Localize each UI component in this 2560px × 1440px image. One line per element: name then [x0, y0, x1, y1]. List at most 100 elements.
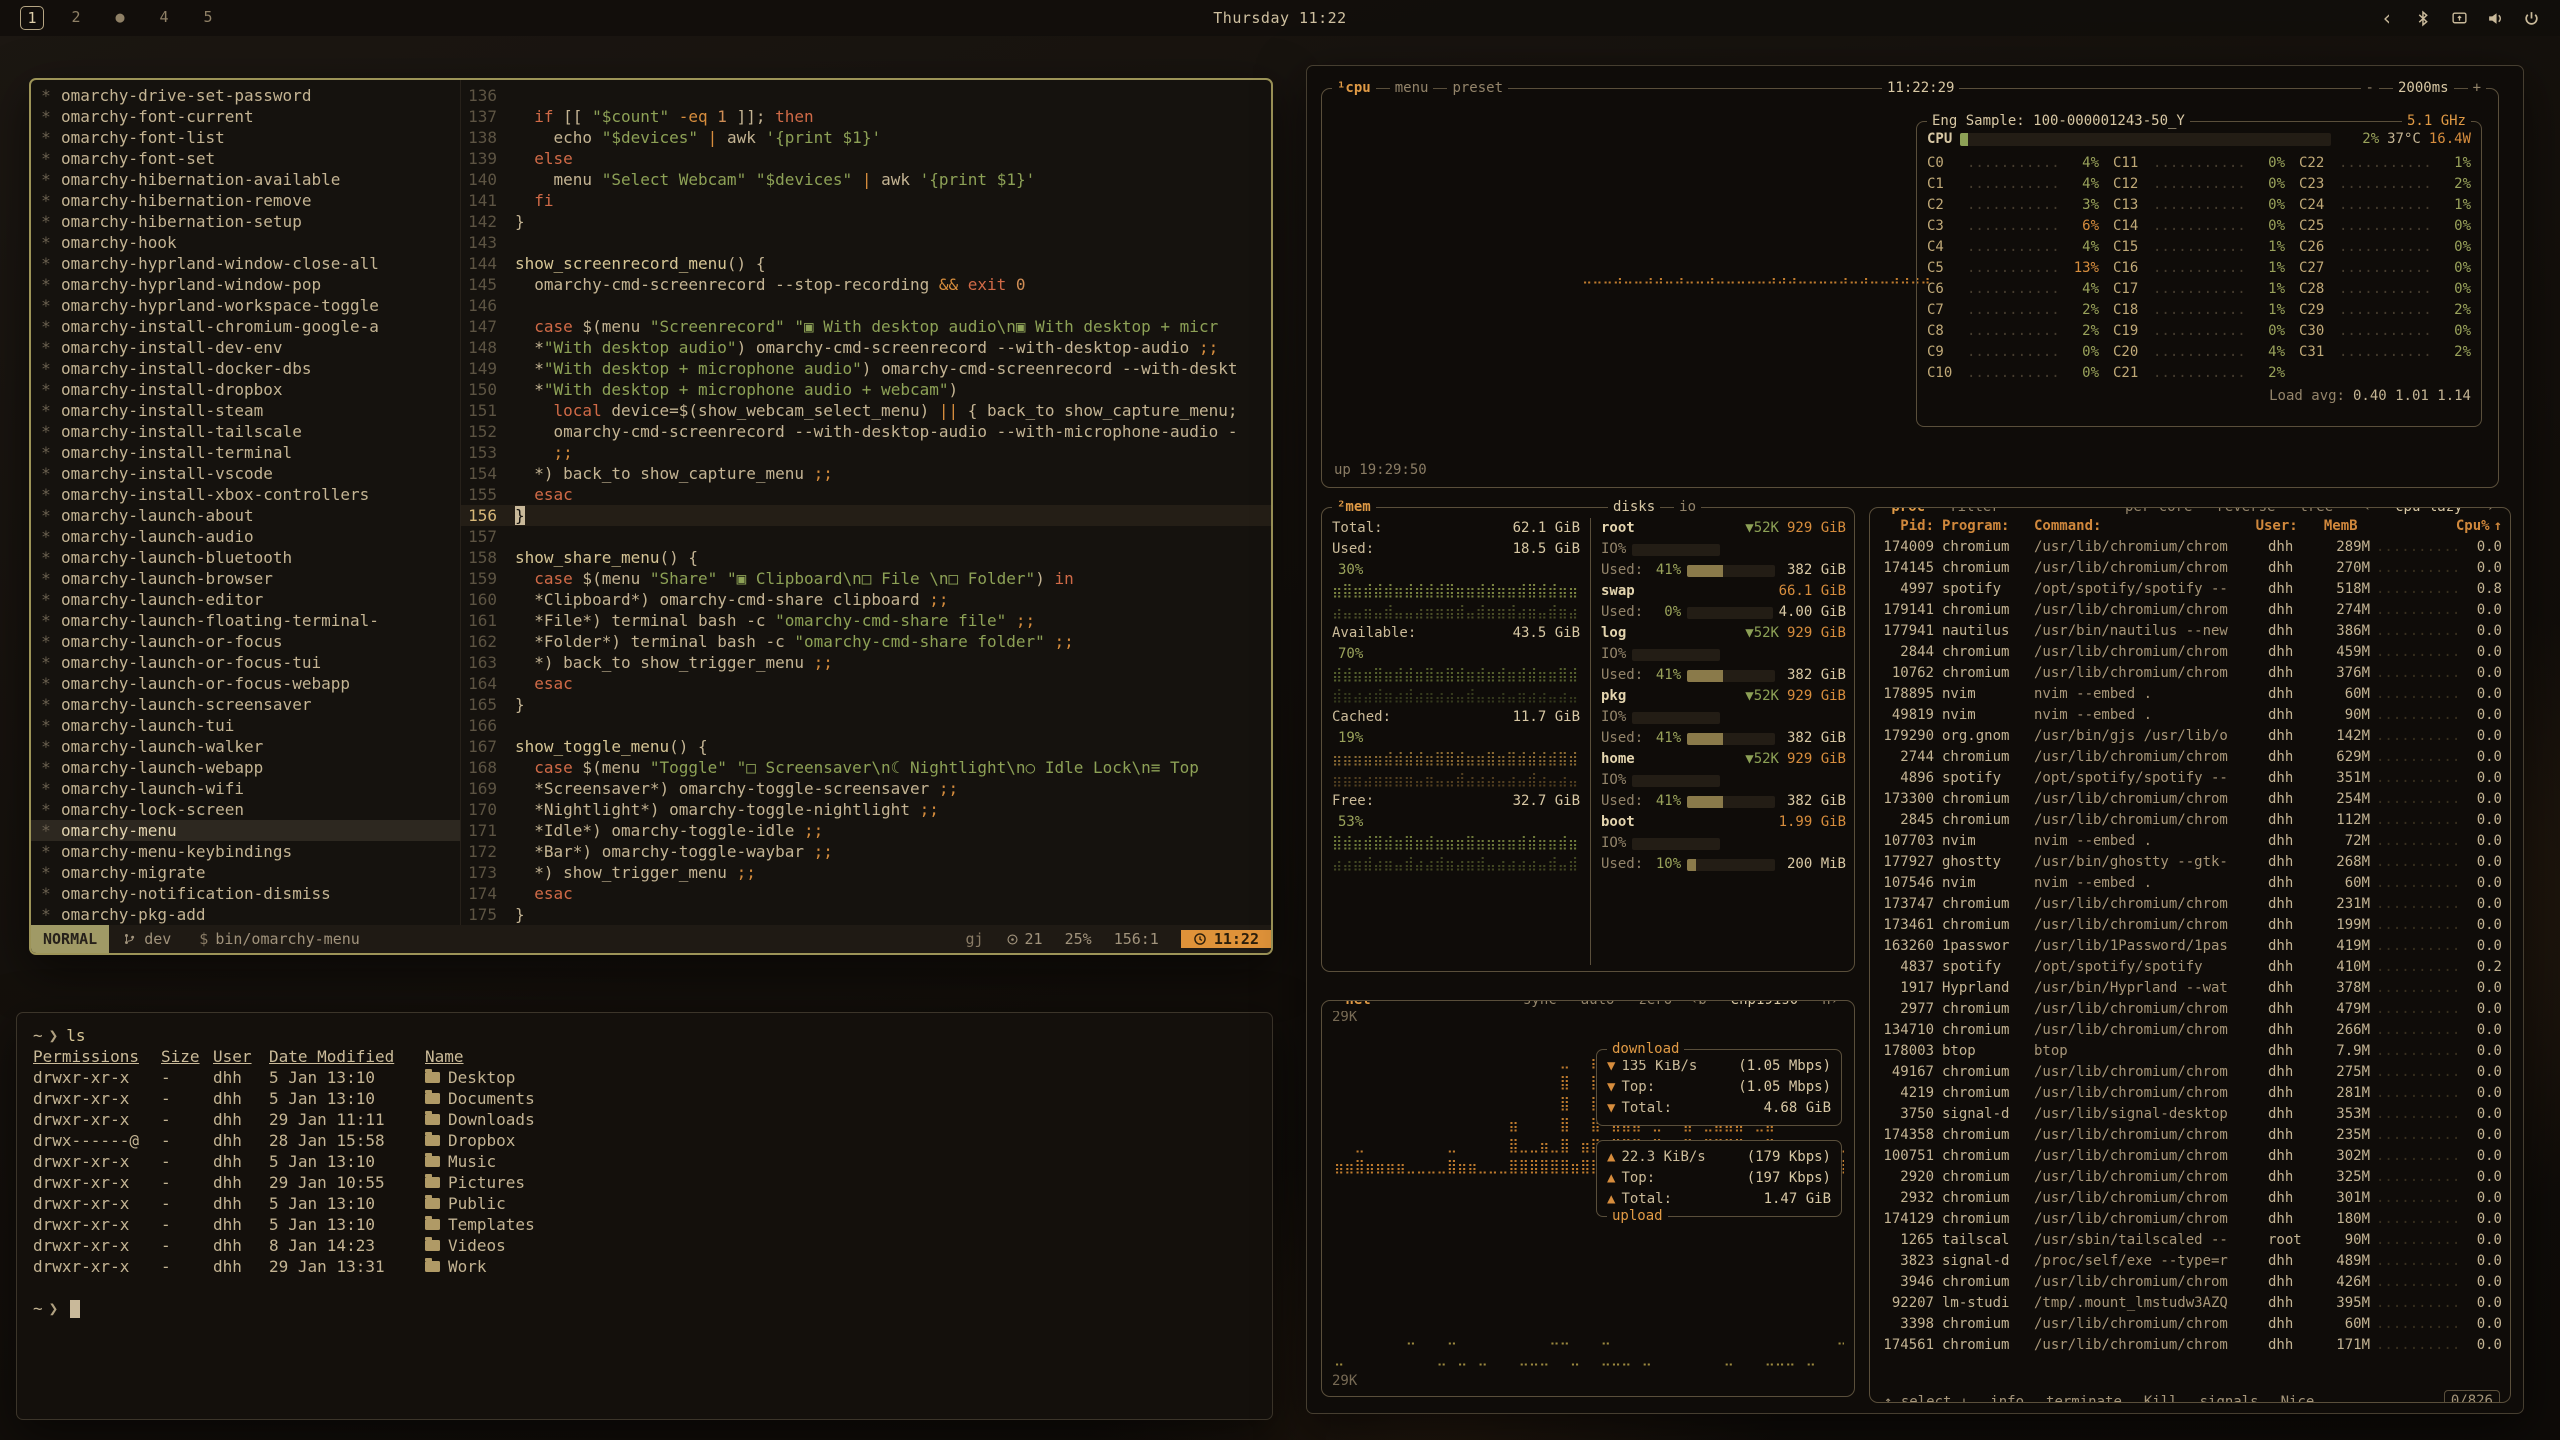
code-pane[interactable]: 136137 if [[ "$count" -eq 1 ]]; then138 …	[461, 80, 1271, 925]
sidebar-file-item[interactable]: *omarchy-install-dropbox	[31, 379, 460, 400]
sidebar-file-item[interactable]: *omarchy-notification-dismiss	[31, 883, 460, 904]
process-row[interactable]: 177927ghostty/usr/bin/ghostty --gtk-dhh2…	[1880, 852, 2502, 873]
preset-button[interactable]: preset	[1447, 78, 1508, 99]
process-row[interactable]: 49819nvimnvim --embed .dhh90M...........…	[1880, 705, 2502, 726]
process-row[interactable]: 2845chromium/usr/lib/chromium/chromdhh11…	[1880, 810, 2502, 831]
directory-entry[interactable]: Pictures	[425, 1172, 525, 1193]
sidebar-file-item[interactable]: *omarchy-font-list	[31, 127, 460, 148]
code-line[interactable]: 150 *"With desktop + microphone audio + …	[461, 379, 1271, 400]
sidebar-file-item[interactable]: *omarchy-menu	[31, 820, 460, 841]
code-line[interactable]: 147 case $(menu "Screenrecord" "▣ With d…	[461, 316, 1271, 337]
process-row[interactable]: 1917Hyprland/usr/bin/Hyprland --watdhh37…	[1880, 978, 2502, 999]
workspace-indicator-2[interactable]: 2	[64, 6, 88, 30]
screenshare-icon[interactable]	[2450, 9, 2468, 27]
code-line[interactable]: 146	[461, 295, 1271, 316]
process-row[interactable]: 179290org.gnom/usr/bin/gjs /usr/lib/odhh…	[1880, 726, 2502, 747]
git-branch[interactable]: dev	[109, 925, 185, 953]
code-line[interactable]: 149 *"With desktop + microphone audio") …	[461, 358, 1271, 379]
sidebar-file-item[interactable]: *omarchy-launch-or-focus-tui	[31, 652, 460, 673]
process-row[interactable]: 174358chromium/usr/lib/chromium/chromdhh…	[1880, 1125, 2502, 1146]
code-line[interactable]: 139 else	[461, 148, 1271, 169]
directory-entry[interactable]: Videos	[425, 1235, 506, 1256]
code-line[interactable]: 171 *Idle*) omarchy-toggle-idle ;;	[461, 820, 1271, 841]
code-line[interactable]: 173 *) show_trigger_menu ;;	[461, 862, 1271, 883]
menu-button[interactable]: menu	[1390, 78, 1434, 99]
sidebar-file-item[interactable]: *omarchy-launch-screensaver	[31, 694, 460, 715]
code-line[interactable]: 165}	[461, 694, 1271, 715]
code-line[interactable]: 168 case $(menu "Toggle" "□ Screensaver\…	[461, 757, 1271, 778]
process-row[interactable]: 3398chromium/usr/lib/chromium/chromdhh60…	[1880, 1314, 2502, 1335]
code-line[interactable]: 160 *Clipboard*) omarchy-cmd-share clipb…	[461, 589, 1271, 610]
sidebar-file-item[interactable]: *omarchy-launch-browser	[31, 568, 460, 589]
sidebar-file-item[interactable]: *omarchy-launch-about	[31, 505, 460, 526]
sidebar-file-item[interactable]: *omarchy-launch-wifi	[31, 778, 460, 799]
code-line[interactable]: 166	[461, 715, 1271, 736]
process-row[interactable]: 174145chromium/usr/lib/chromium/chromdhh…	[1880, 558, 2502, 579]
iface-next[interactable]: n›	[1817, 1000, 1844, 1011]
directory-entry[interactable]: Dropbox	[425, 1130, 515, 1151]
sidebar-file-item[interactable]: *omarchy-hyprland-workspace-toggle	[31, 295, 460, 316]
process-row[interactable]: 174009chromium/usr/lib/chromium/chromdhh…	[1880, 537, 2502, 558]
sidebar-file-item[interactable]: *omarchy-drive-set-password	[31, 85, 460, 106]
sidebar-file-item[interactable]: *omarchy-launch-or-focus	[31, 631, 460, 652]
sidebar-file-item[interactable]: *omarchy-hyprland-window-close-all	[31, 253, 460, 274]
directory-entry[interactable]: Downloads	[425, 1109, 535, 1130]
code-line[interactable]: 136	[461, 85, 1271, 106]
process-row[interactable]: 10762chromium/usr/lib/chromium/chromdhh3…	[1880, 663, 2502, 684]
process-row[interactable]: 107546nvimnvim --embed .dhh60M..........…	[1880, 873, 2502, 894]
code-line[interactable]: 137 if [[ "$count" -eq 1 ]]; then	[461, 106, 1271, 127]
workspace-indicator-4[interactable]: 4	[152, 6, 176, 30]
sidebar-file-item[interactable]: *omarchy-hyprland-window-pop	[31, 274, 460, 295]
code-line[interactable]: 152 omarchy-cmd-screenrecord --with-desk…	[461, 421, 1271, 442]
code-line[interactable]: 142}	[461, 211, 1271, 232]
sidebar-file-item[interactable]: *omarchy-menu-keybindings	[31, 841, 460, 862]
process-row[interactable]: 178003btopbtopdhh7.9M...................…	[1880, 1041, 2502, 1062]
process-row[interactable]: 107703nvimnvim --embed .dhh72M..........…	[1880, 831, 2502, 852]
process-row[interactable]: 178895nvimnvim --embed .dhh60M..........…	[1880, 684, 2502, 705]
volume-icon[interactable]	[2486, 9, 2504, 27]
proc-footer-select[interactable]: ↑ select ↓	[1878, 1392, 1974, 1403]
chevron-left-icon[interactable]: ‹	[2378, 9, 2396, 27]
process-row[interactable]: 4219chromium/usr/lib/chromium/chromdhh28…	[1880, 1083, 2502, 1104]
io-tab[interactable]: io	[1674, 497, 1701, 518]
code-line[interactable]: 169 *Screensaver*) omarchy-toggle-screen…	[461, 778, 1271, 799]
code-line[interactable]: 156}	[461, 505, 1271, 526]
directory-entry[interactable]: Documents	[425, 1088, 535, 1109]
interval-increase[interactable]: +	[2468, 78, 2486, 99]
sort-next[interactable]: ›	[2482, 507, 2500, 518]
sidebar-file-item[interactable]: *omarchy-launch-editor	[31, 589, 460, 610]
process-row[interactable]: 2744chromium/usr/lib/chromium/chromdhh62…	[1880, 747, 2502, 768]
power-icon[interactable]	[2522, 9, 2540, 27]
workspace-indicator-1[interactable]: 1	[20, 6, 44, 30]
process-row[interactable]: 173461chromium/usr/lib/chromium/chromdhh…	[1880, 915, 2502, 936]
sidebar-file-item[interactable]: *omarchy-launch-webapp	[31, 757, 460, 778]
process-row[interactable]: 3823signal-d/proc/self/exe --type=rdhh48…	[1880, 1251, 2502, 1272]
net-tab-auto[interactable]: auto	[1576, 1000, 1620, 1011]
code-line[interactable]: 162 *Folder*) terminal bash -c "omarchy-…	[461, 631, 1271, 652]
sidebar-file-item[interactable]: *omarchy-hibernation-setup	[31, 211, 460, 232]
bluetooth-icon[interactable]	[2414, 9, 2432, 27]
sidebar-file-item[interactable]: *omarchy-pkg-add	[31, 904, 460, 925]
code-line[interactable]: 140 menu "Select Webcam" "$devices" | aw…	[461, 169, 1271, 190]
code-line[interactable]: 157	[461, 526, 1271, 547]
net-tab-zero[interactable]: zero	[1633, 1000, 1677, 1011]
process-row[interactable]: 2932chromium/usr/lib/chromium/chromdhh30…	[1880, 1188, 2502, 1209]
sidebar-file-item[interactable]: *omarchy-install-xbox-controllers	[31, 484, 460, 505]
code-line[interactable]: 163 *) back_to show_trigger_menu ;;	[461, 652, 1271, 673]
code-line[interactable]: 167show_toggle_menu() {	[461, 736, 1271, 757]
proc-option-reverse[interactable]: reverse	[2211, 507, 2280, 518]
net-tab-sync[interactable]: sync	[1518, 1000, 1562, 1011]
code-line[interactable]: 159 case $(menu "Share" "▣ Clipboard\n□ …	[461, 568, 1271, 589]
process-row[interactable]: 3946chromium/usr/lib/chromium/chromdhh42…	[1880, 1272, 2502, 1293]
process-row[interactable]: 173300chromium/usr/lib/chromium/chromdhh…	[1880, 789, 2502, 810]
code-line[interactable]: 153 ;;	[461, 442, 1271, 463]
sidebar-file-item[interactable]: *omarchy-launch-tui	[31, 715, 460, 736]
terminal-window[interactable]: ~ ❯ ls Permissions Size User Date Modifi…	[16, 1012, 1273, 1420]
proc-footer-info[interactable]: info	[1984, 1392, 2030, 1403]
process-row[interactable]: 179141chromium/usr/lib/chromium/chromdhh…	[1880, 600, 2502, 621]
sidebar-file-item[interactable]: *omarchy-font-current	[31, 106, 460, 127]
process-row[interactable]: 1632601passwor/usr/lib/1Password/1pasdhh…	[1880, 936, 2502, 957]
code-line[interactable]: 138 echo "$devices" | awk '{print $1}'	[461, 127, 1271, 148]
sidebar-file-item[interactable]: *omarchy-hibernation-available	[31, 169, 460, 190]
code-line[interactable]: 143	[461, 232, 1271, 253]
